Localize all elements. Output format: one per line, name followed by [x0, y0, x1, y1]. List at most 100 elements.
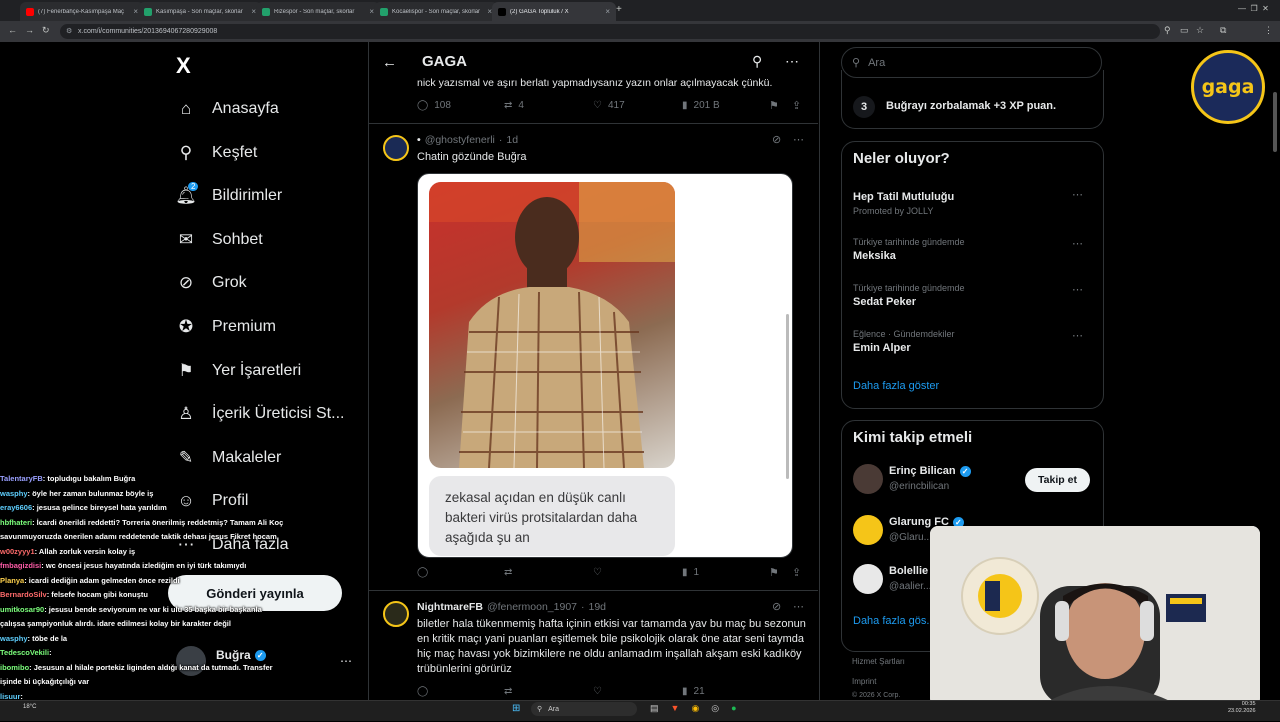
- chat-username[interactable]: TalentaryFB: [0, 474, 43, 483]
- reply-button[interactable]: ◯: [417, 686, 428, 697]
- nav-item-i-çerik-üreticisi-st-[interactable]: ♙ İçerik Üreticisi St...: [176, 399, 344, 429]
- site-info-icon[interactable]: ⚙: [66, 27, 72, 35]
- views-button[interactable]: ▮ 201 B: [682, 100, 720, 111]
- address-bar[interactable]: ⚙ x.com/i/communities/201369406728092900…: [60, 24, 1160, 39]
- chat-username[interactable]: wasphy: [0, 489, 28, 498]
- nav-item-keşfet[interactable]: ⚲ Keşfet: [176, 138, 258, 168]
- trend-more-icon[interactable]: ⋯: [1072, 237, 1083, 250]
- share-icon[interactable]: ⇪: [792, 566, 801, 579]
- post-time[interactable]: 19d: [589, 601, 607, 613]
- nav-item-premium[interactable]: ✪ Premium: [176, 312, 276, 342]
- chrome-icon[interactable]: ◉: [691, 703, 699, 714]
- nav-item-makaleler[interactable]: ✎ Makaleler: [176, 443, 281, 473]
- like-button[interactable]: ♡: [593, 686, 602, 697]
- avatar[interactable]: [383, 601, 409, 627]
- file-explorer-icon[interactable]: ▤: [650, 703, 659, 714]
- grok-icon[interactable]: ⊘: [772, 600, 781, 613]
- avatar[interactable]: [853, 564, 883, 594]
- back-arrow-icon[interactable]: ←: [382, 54, 397, 71]
- tab-close-icon[interactable]: ×: [605, 7, 610, 16]
- trend-item[interactable]: Eğlence · Gündemdekiler Emin Alper ⋯: [853, 329, 1093, 354]
- views-button[interactable]: ▮ 1: [682, 567, 699, 578]
- nav-item-sohbet[interactable]: ✉ Sohbet: [176, 225, 263, 255]
- follow-button[interactable]: Takip et: [1025, 468, 1090, 492]
- spotify-icon[interactable]: ●: [731, 703, 736, 714]
- media-scrollbar[interactable]: [786, 314, 789, 479]
- reply-button[interactable]: ◯: [417, 567, 428, 578]
- repost-button[interactable]: ⇄ 4: [504, 100, 524, 111]
- page-scrollbar[interactable]: [1273, 92, 1277, 152]
- chat-username[interactable]: fmbagizdisi: [0, 561, 41, 570]
- chat-username[interactable]: hbfhateri: [0, 518, 32, 527]
- zoom-icon[interactable]: ⚲: [1164, 25, 1171, 36]
- post-author-handle[interactable]: @ghostyfenerli: [425, 134, 495, 146]
- browser-tab[interactable]: (2) GAGA Topluluk / X ×: [492, 2, 616, 21]
- trend-item[interactable]: Hep Tatil Mutluluğu Promoted by JOLLY ⋯: [853, 188, 1093, 216]
- taskbar-search[interactable]: ⚲ Ara: [531, 702, 637, 716]
- account-more-icon[interactable]: ⋯: [340, 654, 352, 668]
- cast-icon[interactable]: ▭: [1180, 25, 1189, 36]
- extensions-icon[interactable]: ⧉: [1220, 25, 1226, 36]
- post-author-name[interactable]: •: [417, 134, 421, 146]
- trend-more-icon[interactable]: ⋯: [1072, 188, 1083, 201]
- chat-username[interactable]: TedescoVekili: [0, 648, 49, 657]
- trend-item[interactable]: Türkiye tarihinde gündemde Sedat Peker ⋯: [853, 283, 1093, 308]
- footer-link[interactable]: Imprint: [852, 677, 876, 686]
- repost-button[interactable]: ⇄: [504, 567, 512, 578]
- chat-username[interactable]: BernardoSilv: [0, 590, 47, 599]
- nav-item-bildirimler[interactable]: 🔔︎ 2 Bildirimler: [175, 181, 282, 211]
- grok-icon[interactable]: ⊘: [772, 133, 781, 146]
- avatar[interactable]: [383, 135, 409, 161]
- nav-item-yer-i-şaretleri[interactable]: ⚑ Yer İşaretleri: [176, 356, 301, 386]
- menu-icon[interactable]: ⋮: [1264, 25, 1273, 36]
- trend-item[interactable]: Türkiye tarihinde gündemde Meksika ⋯: [853, 237, 1093, 262]
- chat-username[interactable]: umitkosar90: [0, 605, 44, 614]
- browser-tab[interactable]: Kasımpaşa - Son maçlar, skorlar ×: [138, 2, 262, 21]
- nav-item-anasayfa[interactable]: ⌂ Anasayfa: [176, 94, 279, 124]
- browser-tab[interactable]: (7) Fenerbahçe-Kasımpaşa Maç ×: [20, 2, 144, 21]
- new-tab-button[interactable]: +: [616, 4, 622, 15]
- reply-button[interactable]: ◯ 108: [417, 100, 451, 111]
- like-button[interactable]: ♡: [593, 567, 602, 578]
- show-more-link[interactable]: Daha fazla göster: [853, 380, 939, 392]
- brave-icon[interactable]: ▼: [671, 703, 680, 714]
- chat-username[interactable]: eray6606: [0, 503, 32, 512]
- obs-icon[interactable]: ◎: [711, 703, 719, 714]
- post-author-name[interactable]: NightmareFB: [417, 601, 483, 613]
- forward-icon[interactable]: →: [25, 25, 34, 35]
- chat-username[interactable]: ibomibo: [0, 663, 29, 672]
- chat-username[interactable]: w00zyyy1: [0, 547, 35, 556]
- x-logo[interactable]: X: [176, 53, 191, 79]
- post-media[interactable]: zekasal açıdan en düşük canlı bakteri vi…: [417, 173, 793, 558]
- avatar[interactable]: [853, 464, 883, 494]
- share-icon[interactable]: ⇪: [792, 99, 801, 112]
- window-controls[interactable]: — ❐ ✕: [1238, 4, 1269, 13]
- post-more-icon[interactable]: ⋯: [793, 600, 804, 613]
- browser-tab[interactable]: Rizespor - Son maçlar, skorlar ×: [256, 2, 380, 21]
- reload-icon[interactable]: ↻: [42, 25, 50, 36]
- start-icon[interactable]: ⊞: [512, 703, 520, 714]
- reply-icon: ◯: [417, 100, 429, 111]
- clock[interactable]: 00:35 23.02.2026: [1228, 701, 1256, 715]
- views-button[interactable]: ▮ 21: [682, 686, 705, 697]
- post-author-handle[interactable]: @fenermoon_1907: [487, 601, 577, 613]
- follow-show-more-link[interactable]: Daha fazla gös...: [853, 615, 936, 627]
- chat-username[interactable]: wasphy: [0, 634, 28, 643]
- footer-link[interactable]: Hizmet Şartları: [852, 657, 905, 666]
- search-icon[interactable]: ⚲: [752, 53, 762, 70]
- browser-tab[interactable]: Kocaelispor - Son maçlar, skorlar ×: [374, 2, 498, 21]
- back-icon[interactable]: ←: [8, 25, 17, 35]
- bookmark-icon[interactable]: ⚑: [769, 99, 779, 112]
- trend-more-icon[interactable]: ⋯: [1072, 329, 1083, 342]
- trend-more-icon[interactable]: ⋯: [1072, 283, 1083, 296]
- repost-button[interactable]: ⇄: [504, 686, 512, 697]
- star-icon[interactable]: ☆: [1196, 25, 1204, 36]
- chat-username[interactable]: Planya: [0, 576, 24, 585]
- post-more-icon[interactable]: ⋯: [793, 133, 804, 146]
- avatar[interactable]: [853, 515, 883, 545]
- post-time[interactable]: 1d: [506, 134, 518, 146]
- like-button[interactable]: ♡ 417: [593, 100, 625, 111]
- bookmark-icon[interactable]: ⚑: [769, 566, 779, 579]
- nav-item-grok[interactable]: ⊘ Grok: [176, 268, 247, 298]
- more-icon[interactable]: ⋯: [785, 53, 799, 70]
